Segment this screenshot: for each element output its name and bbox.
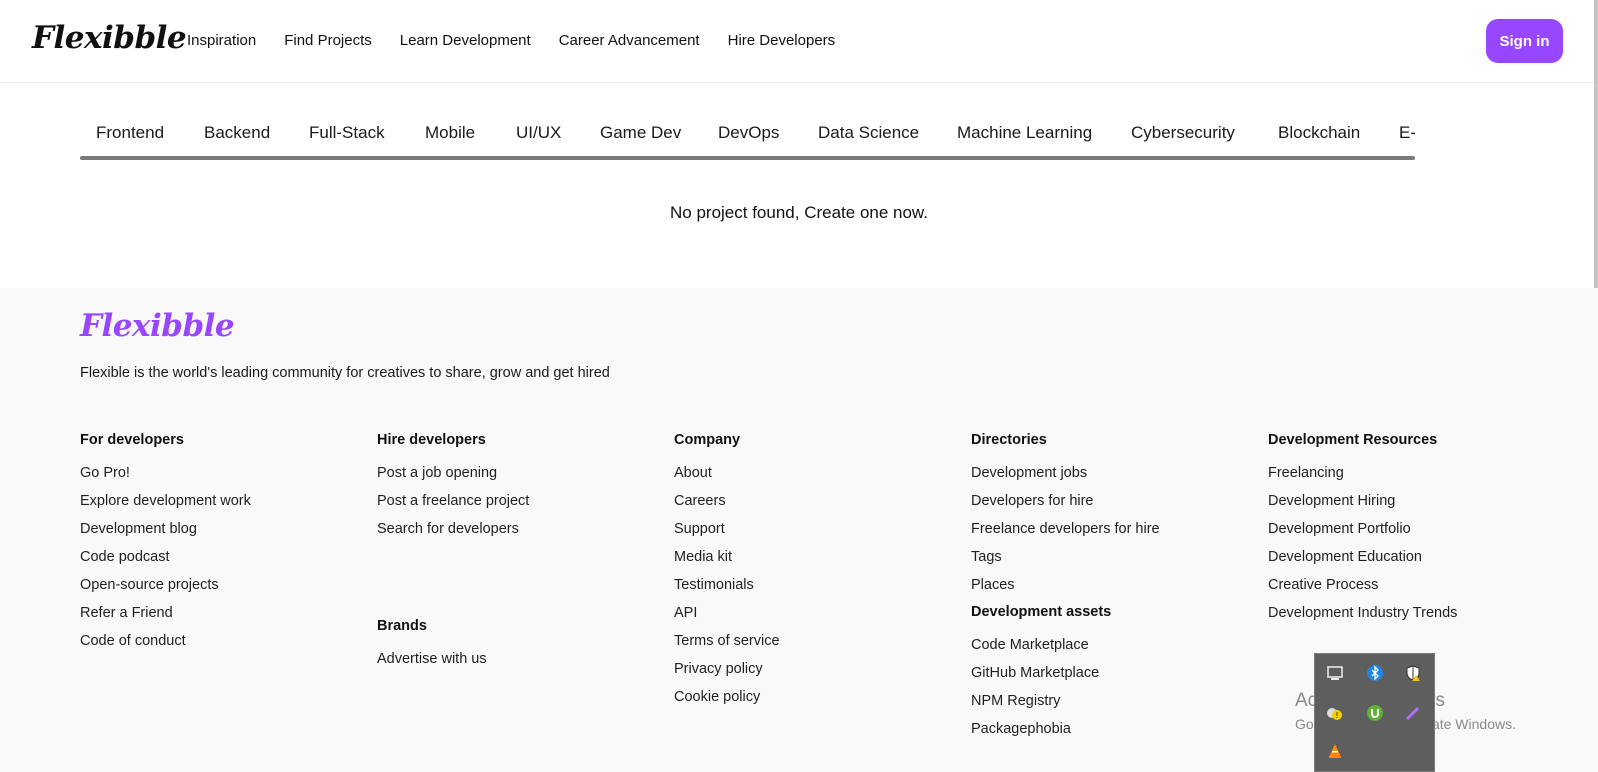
category-ui-ux[interactable]: UI/UX (516, 123, 561, 143)
footer-link[interactable]: Tags (971, 548, 1160, 576)
category-data-science[interactable]: Data Science (818, 123, 919, 143)
footer-link[interactable]: Freelancing (1268, 464, 1457, 492)
category-cybersecurity[interactable]: Cybersecurity (1131, 123, 1235, 143)
footer-link[interactable]: Code Marketplace (971, 636, 1160, 664)
footer-link[interactable]: Development jobs (971, 464, 1160, 492)
nav-link-career-advancement[interactable]: Career Advancement (559, 32, 700, 49)
footer-link[interactable]: Support (674, 520, 780, 548)
footer-column-development-resources: Development Resources Freelancing Develo… (1268, 432, 1457, 632)
bluetooth-icon[interactable] (1365, 664, 1385, 684)
footer-column-heading: For developers (80, 432, 184, 448)
footer-subheading-development-assets: Development assets (971, 604, 1112, 620)
navbar: Flexibble Inspiration Find Projects Lear… (0, 0, 1598, 83)
footer-column-heading: Company (674, 432, 741, 448)
monitor-icon[interactable] (1325, 664, 1345, 684)
footer-logo: Flexibble (80, 308, 235, 344)
footer-link[interactable]: Development Hiring (1268, 492, 1457, 520)
category-scrollbar[interactable] (80, 156, 1415, 160)
footer-tagline: Flexible is the world's leading communit… (80, 365, 610, 381)
footer-column-for-developers: For developers Go Pro! Explore developme… (80, 432, 251, 660)
footer-link[interactable]: Code of conduct (80, 632, 251, 660)
footer-link[interactable]: About (674, 464, 780, 492)
security-shield-icon[interactable] (1403, 664, 1423, 684)
footer-link[interactable]: Advertise with us (377, 650, 529, 678)
footer-link[interactable]: Development Industry Trends (1268, 604, 1457, 632)
category-backend[interactable]: Backend (204, 123, 270, 143)
footer-column-heading: Hire developers (377, 432, 486, 448)
category-full-stack[interactable]: Full-Stack (309, 123, 385, 143)
footer-link[interactable]: Post a job opening (377, 464, 529, 492)
nav-link-hire-developers[interactable]: Hire Developers (728, 32, 836, 49)
footer-link[interactable]: Packagephobia (971, 720, 1160, 748)
category-blockchain[interactable]: Blockchain (1278, 123, 1360, 143)
footer-link[interactable]: Privacy policy (674, 660, 780, 688)
utorrent-icon[interactable] (1365, 704, 1385, 724)
footer-column-hire-developers: Hire developers Post a job opening Post … (377, 432, 529, 678)
footer-link[interactable]: GitHub Marketplace (971, 664, 1160, 692)
footer-link[interactable]: API (674, 604, 780, 632)
footer-link[interactable]: NPM Registry (971, 692, 1160, 720)
footer-link[interactable]: Development Portfolio (1268, 520, 1457, 548)
footer-link[interactable]: Places (971, 576, 1160, 604)
category-devops[interactable]: DevOps (718, 123, 779, 143)
footer-column-heading: Development Resources (1268, 432, 1438, 448)
footer-link[interactable]: Freelance developers for hire (971, 520, 1160, 548)
footer-link[interactable]: Code podcast (80, 548, 251, 576)
footer-column-heading: Directories (971, 432, 1047, 448)
svg-text:!: ! (1336, 711, 1338, 720)
footer-link[interactable]: Post a freelance project (377, 492, 529, 520)
footer-link[interactable]: Careers (674, 492, 780, 520)
footer-link[interactable]: Refer a Friend (80, 604, 251, 632)
footer-link[interactable]: Cookie policy (674, 688, 780, 716)
footer-link[interactable]: Search for developers (377, 520, 529, 548)
sign-in-button[interactable]: Sign in (1486, 19, 1563, 63)
category-machine-learning[interactable]: Machine Learning (957, 123, 1092, 143)
footer-link[interactable]: Development blog (80, 520, 251, 548)
footer-link[interactable]: Testimonials (674, 576, 780, 604)
footer-link[interactable]: Explore development work (80, 492, 251, 520)
pen-icon[interactable] (1403, 704, 1423, 724)
nav-link-find-projects[interactable]: Find Projects (284, 32, 372, 49)
category-e-commerce[interactable]: E-Commerce (1399, 123, 1415, 143)
footer-link[interactable]: Development Education (1268, 548, 1457, 576)
nav-link-inspiration[interactable]: Inspiration (187, 32, 256, 49)
footer-link[interactable]: Go Pro! (80, 464, 251, 492)
footer-link[interactable]: Creative Process (1268, 576, 1457, 604)
footer-link[interactable]: Media kit (674, 548, 780, 576)
footer-link[interactable]: Developers for hire (971, 492, 1160, 520)
logo[interactable]: Flexibble (32, 20, 187, 56)
category-frontend[interactable]: Frontend (96, 123, 164, 143)
empty-state-message: No project found, Create one now. (670, 203, 928, 222)
category-game-dev[interactable]: Game Dev (600, 123, 681, 143)
category-mobile[interactable]: Mobile (425, 123, 475, 143)
footer-link[interactable]: Open-source projects (80, 576, 251, 604)
nav-link-learn-development[interactable]: Learn Development (400, 32, 531, 49)
nav-links: Inspiration Find Projects Learn Developm… (187, 32, 863, 49)
vlc-icon[interactable] (1325, 742, 1345, 762)
warning-icon[interactable]: ! (1325, 704, 1345, 724)
footer-column-company: Company About Careers Support Media kit … (674, 432, 780, 716)
footer-link[interactable]: Terms of service (674, 632, 780, 660)
category-filter: Frontend Backend Full-Stack Mobile UI/UX… (80, 110, 1415, 160)
system-tray-overflow: ! (1314, 653, 1435, 772)
footer-column-directories: Directories Development jobs Developers … (971, 432, 1160, 748)
footer-subheading-brands: Brands (377, 618, 427, 634)
